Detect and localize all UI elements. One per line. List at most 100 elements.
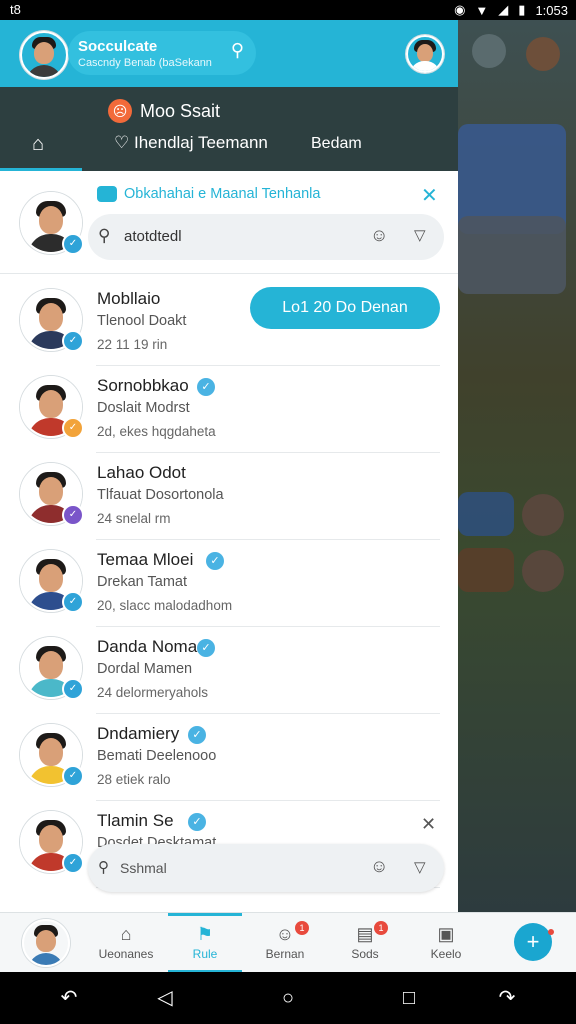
contact-row[interactable]: ✓ Danda Noma ✓ Dordal Mamen 24 delormeryahol… — [0, 627, 458, 714]
face-icon: ☺ — [275, 924, 295, 944]
search-query: atotdtedl — [124, 228, 182, 245]
notification-badge: 1 — [295, 921, 309, 935]
alarm-icon: ◉ — [454, 2, 466, 17]
bg-avatar — [522, 550, 564, 592]
bg-panel — [458, 548, 514, 592]
bg-panel — [458, 492, 514, 536]
undo-icon[interactable]: ↶ — [56, 986, 82, 1010]
contact-meta: 20, slacc malodadhom — [97, 598, 233, 613]
verified-icon: ✓ — [206, 552, 224, 570]
contact-subtitle: Tlenool Doakt — [97, 313, 187, 329]
status-icon: ✓ — [62, 591, 84, 613]
contact-name: Sornobbkao — [97, 376, 189, 395]
notification-badge: 1 — [374, 921, 388, 935]
nav-sods[interactable]: ▤ Sods 1 — [328, 913, 402, 973]
profile-avatar[interactable] — [20, 31, 68, 79]
verified-icon: ✓ — [188, 813, 206, 831]
contact-subtitle: Drekan Tamat — [97, 574, 187, 590]
contact-name: Temaa Mloei — [97, 550, 194, 569]
nav-rule[interactable]: ⚑ Rule — [168, 913, 242, 973]
search-field[interactable]: ⚲ atotdtedl ☺ ▽ — [88, 214, 444, 260]
emoji-search-icon[interactable]: ☺ — [370, 225, 388, 246]
home-icon: ⌂ — [120, 924, 132, 944]
verified-icon: ✓ — [62, 233, 84, 255]
verified-icon: ✓ — [197, 639, 215, 657]
contact-subtitle: Tlfauat Dosortonola — [97, 487, 224, 503]
nav-home-label: Ueonanes — [98, 947, 154, 961]
battery-icon: ▮ — [518, 2, 526, 17]
contact-row[interactable]: ✓ Dndamiery ✓ Bemati Deelenooo 28 etiek ralo — [0, 714, 458, 801]
background-app — [458, 20, 576, 912]
contact-action-button[interactable]: Lo1 20 Do Denan — [250, 287, 440, 329]
card-icon: ▣ — [437, 924, 455, 944]
bg-button — [472, 34, 506, 68]
bg-panel — [458, 216, 566, 294]
contact-row[interactable]: ✓ Lahao Odot Tlfauat Dosortonola 24 snelal … — [0, 453, 458, 540]
contact-meta: 22 11 19 rin — [97, 337, 168, 352]
contact-name: Mobllaio — [97, 289, 161, 308]
tab-home[interactable]: ⌂ — [0, 127, 82, 171]
status-left-text: t8 — [10, 2, 21, 17]
status-icon: ✓ — [62, 852, 84, 874]
chat-icon — [97, 186, 117, 202]
contact-name: Danda Noma — [97, 637, 198, 656]
contact-row[interactable]: ✓ Mobllaio Tlenool Doakt 22 11 19 rin Lo1 20… — [0, 279, 458, 366]
search-icon[interactable]: ⚲ — [231, 40, 244, 61]
contact-subtitle: Bemati Deelenooo — [97, 748, 217, 764]
status-icon: ✓ — [62, 504, 84, 526]
tab-third[interactable]: Bedam — [311, 135, 362, 153]
fab-indicator — [548, 929, 554, 935]
compose-fab[interactable]: + — [514, 923, 552, 961]
status-icon: ✓ — [62, 678, 84, 700]
contact-subtitle: Doslait Modrst — [97, 400, 190, 416]
close-icon[interactable]: ✕ — [421, 183, 438, 208]
home-button-icon[interactable]: ○ — [275, 986, 301, 1010]
flag-icon: ⚑ — [196, 924, 214, 944]
contact-row[interactable]: ✓ Temaa Mloei ✓ Drekan Tamat 20, slacc malod… — [0, 540, 458, 627]
tab-friends[interactable]: ♡ Ihendlaj Teemann — [114, 133, 268, 153]
redo-icon[interactable]: ↷ — [494, 986, 520, 1010]
home-icon: ⌂ — [32, 133, 45, 155]
nav-bernan-label: Bernan — [265, 947, 305, 961]
inline-search-text: Sshmal — [120, 860, 167, 876]
signal-icon: ◢ — [498, 2, 509, 17]
search-card: ✓ Obkahahai e Maanal Tenhanla ✕ ⚲ atotdt… — [0, 171, 458, 274]
contact-name: Dndamiery — [97, 724, 180, 743]
chevron-down-icon[interactable]: ▽ — [414, 858, 426, 876]
nav-rule-label: Rule — [192, 947, 218, 961]
search-icon: ⚲ — [98, 859, 109, 876]
contact-name: Lahao Odot — [97, 463, 186, 482]
status-bar: t8 ◉ ▼ ◢ ▮ 1:053 — [0, 0, 576, 20]
nav-home[interactable]: ⌂ Ueonanes — [89, 913, 163, 973]
verified-icon: ✓ — [197, 378, 215, 396]
inline-search[interactable]: ⚲ Sshmal ☺ ▽ — [88, 844, 444, 892]
recents-icon[interactable]: □ — [396, 986, 422, 1010]
header-search-title: Socculcate — [78, 38, 158, 55]
system-nav-bar: ↶ ◁ ○ □ ↷ — [0, 972, 576, 1024]
promo-title: Moo Ssait — [140, 101, 221, 121]
nav-avatar[interactable] — [22, 919, 70, 967]
contact-subtitle: Dordal Mamen — [97, 661, 193, 677]
contact-meta: 24 snelal rm — [97, 511, 171, 526]
nav-bernan[interactable]: ☺ Bernan 1 — [248, 913, 322, 973]
close-icon[interactable]: ✕ — [421, 814, 436, 835]
verified-icon: ✓ — [188, 726, 206, 744]
secondary-avatar[interactable] — [406, 35, 444, 73]
contact-name: Tlamin Se — [97, 811, 174, 830]
contact-meta: 24 delormeryahols — [97, 685, 209, 700]
bg-avatar — [526, 37, 560, 71]
search-card-title: Obkahahai e Maanal Tenhanla — [124, 186, 321, 202]
header-search[interactable]: Socculcate Cascndy Benab (baSekann ⚲ — [68, 31, 256, 75]
emoji-search-icon[interactable]: ☺ — [370, 856, 388, 877]
chevron-down-icon[interactable]: ▽ — [414, 226, 426, 244]
status-icon: ✓ — [62, 330, 84, 352]
contact-meta: 2d, ekes hqgdaheta — [97, 424, 216, 439]
nav-keelo[interactable]: ▣ Keelo — [409, 913, 483, 973]
contact-meta: 28 etiek ralo — [97, 772, 171, 787]
back-icon[interactable]: ◁ — [152, 986, 178, 1010]
contact-row[interactable]: ✓ Sornobbkao ✓ Doslait Modrst 2d, ekes hqgda… — [0, 366, 458, 453]
status-icon: ✓ — [62, 765, 84, 787]
wifi-icon: ▼ — [475, 2, 489, 18]
bottom-nav: ⌂ Ueonanes ⚑ Rule ☺ Bernan 1 ▤ Sods 1 ▣ … — [0, 912, 576, 973]
status-icon: ✓ — [62, 417, 84, 439]
